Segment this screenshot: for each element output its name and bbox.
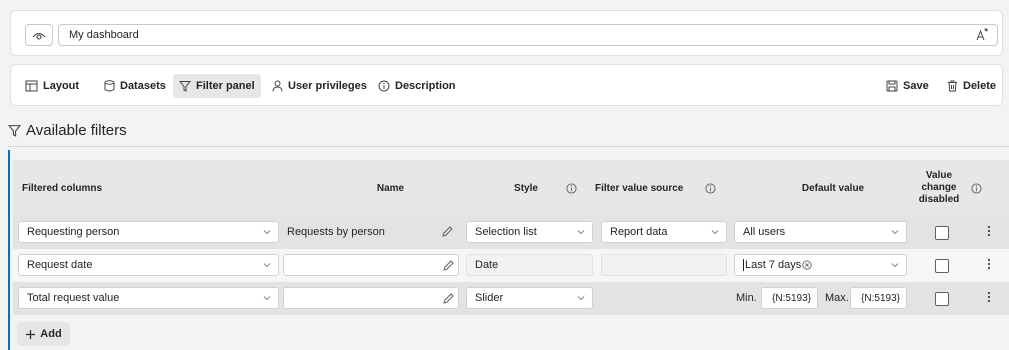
style-select[interactable]: Slider <box>466 287 593 309</box>
chevron-down-icon <box>711 228 719 236</box>
tab-user-privileges[interactable]: User privileges <box>266 74 373 98</box>
clear-circle-icon[interactable] <box>802 260 812 270</box>
eye-icon <box>32 30 46 40</box>
table-row: Request date Date Last 7 days <box>13 249 1009 282</box>
style-field: Date <box>466 254 593 276</box>
info-icon <box>378 80 390 92</box>
plus-icon <box>25 329 36 340</box>
value-change-disabled-checkbox[interactable] <box>935 226 949 240</box>
save-button[interactable]: Save <box>880 74 935 98</box>
column-header-style-info[interactable] <box>566 160 577 216</box>
filtered-column-value: Request date <box>27 259 93 271</box>
tab-filter-panel-label: Filter panel <box>196 80 255 92</box>
filter-value-source-select[interactable]: Report data <box>601 221 727 243</box>
tab-layout[interactable]: Layout <box>19 74 85 98</box>
column-header-name: Name <box>376 182 405 194</box>
chevron-down-icon <box>891 261 899 269</box>
save-icon <box>886 80 898 92</box>
chevron-down-icon <box>891 228 899 236</box>
style-value: Selection list <box>475 226 537 238</box>
filter-name-input[interactable] <box>283 254 459 276</box>
save-button-label: Save <box>903 80 929 92</box>
section-title: Available filters <box>26 122 127 139</box>
max-label: Max. <box>825 292 849 304</box>
style-value: Slider <box>475 292 504 304</box>
chevron-down-icon <box>263 294 271 302</box>
tab-filter-panel[interactable]: Filter panel <box>173 74 261 98</box>
table-row: Requesting person Requests by person Sel… <box>13 216 1009 249</box>
pencil-icon[interactable] <box>442 292 455 305</box>
value-change-disabled-checkbox[interactable] <box>935 259 949 273</box>
delete-button-label: Delete <box>963 80 997 92</box>
info-icon <box>566 182 577 194</box>
tab-user-privileges-label: User privileges <box>288 80 367 92</box>
dashboard-name-input[interactable]: My dashboard <box>58 24 998 46</box>
filtered-column-select[interactable]: Request date <box>18 254 279 276</box>
filtered-column-select[interactable]: Requesting person <box>18 221 279 243</box>
more-options-icon[interactable] <box>987 290 991 304</box>
tab-layout-label: Layout <box>43 80 80 92</box>
dashboard-name-value: My dashboard <box>69 29 139 41</box>
tab-datasets-label: Datasets <box>120 80 166 92</box>
layout-icon <box>25 80 38 92</box>
filtered-column-value: Total request value <box>27 292 120 304</box>
chevron-down-icon <box>577 228 585 236</box>
database-icon <box>104 80 115 92</box>
tab-description[interactable]: Description <box>372 74 462 98</box>
column-header-disabled-info[interactable] <box>971 160 982 216</box>
tab-description-label: Description <box>395 80 456 92</box>
info-icon <box>971 182 982 194</box>
default-value: Last 7 days <box>743 259 802 271</box>
filter-name-text: Requests by person <box>287 226 385 238</box>
filter-value-source-value: Report data <box>610 226 668 238</box>
max-value: {N:5193} <box>861 292 900 304</box>
min-value: {N:5193} <box>772 292 811 304</box>
pencil-icon[interactable] <box>441 225 454 238</box>
visibility-toggle-button[interactable] <box>25 24 53 46</box>
table-header: Filtered columns Name Style Filter value… <box>13 160 1009 216</box>
dashboard-name-card: My dashboard <box>10 10 1003 56</box>
filter-value-source-field <box>601 254 727 276</box>
column-header-default-value: Default value <box>801 182 865 194</box>
section-accent-bar <box>8 150 10 350</box>
toolbar: Layout Datasets Filter panel User privil… <box>10 64 1003 106</box>
value-change-disabled-checkbox[interactable] <box>935 292 949 306</box>
section-divider <box>8 146 1009 147</box>
column-header-filtered-columns: Filtered columns <box>22 182 103 194</box>
column-header-style: Style <box>514 182 538 194</box>
style-value: Date <box>475 259 499 271</box>
column-header-source-info[interactable] <box>705 160 716 216</box>
text-style-icon[interactable] <box>975 28 989 42</box>
add-filter-button-label: Add <box>40 328 62 340</box>
column-header-filter-value-source: Filter value source <box>595 182 684 194</box>
filters-table: Filtered columns Name Style Filter value… <box>13 160 1009 315</box>
default-value-select[interactable]: Last 7 days <box>734 254 907 276</box>
more-options-icon[interactable] <box>987 257 991 271</box>
chevron-down-icon <box>263 261 271 269</box>
style-select[interactable]: Selection list <box>466 221 593 243</box>
filtered-column-select[interactable]: Total request value <box>18 287 279 309</box>
chevron-down-icon <box>577 294 585 302</box>
filter-name-input[interactable] <box>283 287 459 309</box>
filter-icon <box>179 80 191 92</box>
more-options-icon[interactable] <box>987 224 991 238</box>
filtered-column-value: Requesting person <box>27 226 120 238</box>
min-label: Min. <box>736 292 757 304</box>
default-value-select[interactable]: All users <box>734 221 907 243</box>
min-value-input[interactable]: {N:5193} <box>761 287 818 309</box>
default-value: All users <box>743 226 786 238</box>
available-filters-heading[interactable]: Available filters <box>8 122 127 139</box>
column-header-value-change-disabled: Value change disabled <box>918 170 960 205</box>
add-filter-button[interactable]: Add <box>17 322 70 346</box>
tab-datasets[interactable]: Datasets <box>98 74 172 98</box>
max-value-input[interactable]: {N:5193} <box>850 287 907 309</box>
table-row: Total request value Slider Min. {N:5193}… <box>13 282 1009 315</box>
delete-button[interactable]: Delete <box>941 74 1002 98</box>
chevron-down-icon <box>263 228 271 236</box>
info-icon <box>705 182 716 194</box>
filter-icon <box>8 124 21 137</box>
person-icon <box>272 80 283 92</box>
trash-icon <box>947 80 958 92</box>
pencil-icon[interactable] <box>442 259 455 272</box>
